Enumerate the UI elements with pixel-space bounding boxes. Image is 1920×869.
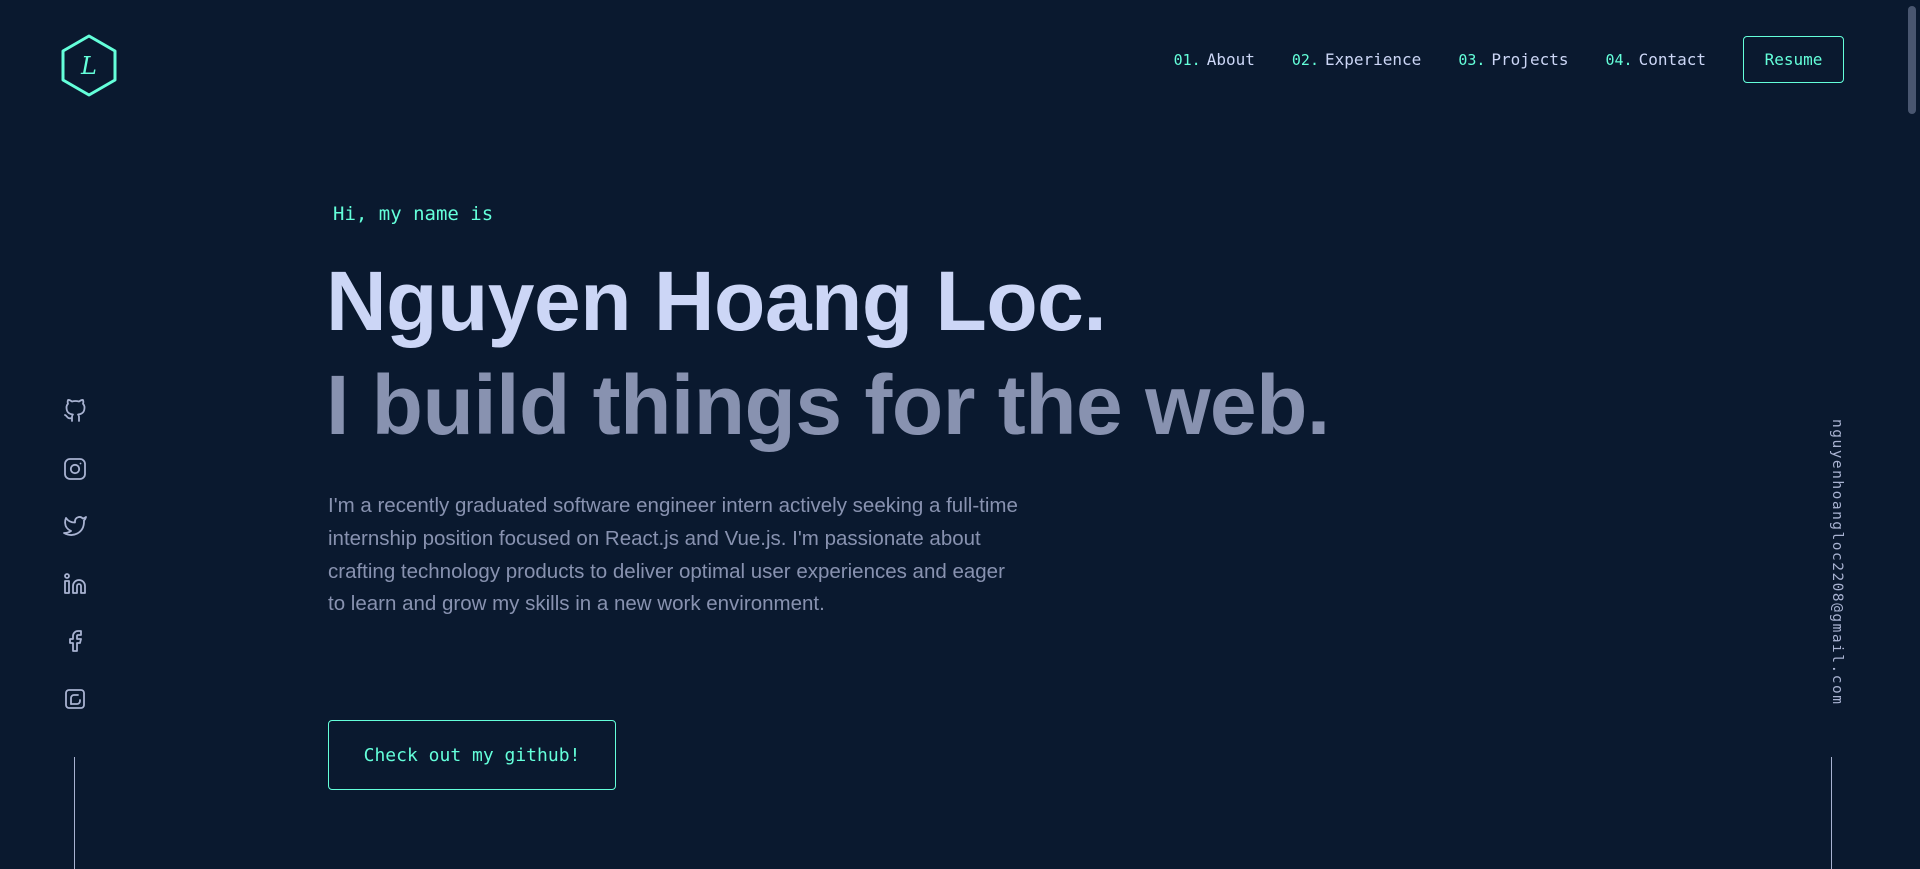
- nav-label: Experience: [1324, 50, 1422, 69]
- nav-label: About: [1206, 50, 1255, 69]
- nav-number: 02.: [1291, 51, 1319, 69]
- hero-intro: I'm a recently graduated software engine…: [328, 494, 1018, 616]
- nav-number: 04.: [1605, 51, 1633, 69]
- scrollbar-track[interactable]: [1904, 0, 1920, 869]
- twitter-icon[interactable]: [60, 511, 90, 541]
- nav-number: 01.: [1173, 51, 1201, 69]
- nav-experience[interactable]: 02. Experience: [1292, 50, 1421, 69]
- left-divider-line: [74, 757, 75, 869]
- right-divider-line: [1831, 757, 1832, 869]
- codepen-icon[interactable]: [60, 684, 90, 714]
- nav-label: Projects: [1491, 50, 1569, 69]
- nav-contact[interactable]: 04. Contact: [1605, 50, 1706, 69]
- social-links: [60, 396, 90, 741]
- main-nav: 01. About 02. Experience 03. Projects 04…: [1174, 36, 1844, 83]
- linkedin-icon[interactable]: [60, 569, 90, 599]
- logo-letter: L: [81, 51, 97, 80]
- logo[interactable]: L: [60, 34, 118, 97]
- github-icon[interactable]: [60, 396, 90, 426]
- nav-label: Contact: [1638, 50, 1706, 69]
- nav-about[interactable]: 01. About: [1174, 50, 1255, 69]
- hero-name: Nguyen Hoang Loc.: [326, 254, 1107, 348]
- facebook-icon[interactable]: [60, 626, 90, 656]
- hero-greeting: Hi, my name is: [333, 203, 494, 225]
- email-link[interactable]: nguyenhoangloc2208@gmail.com: [1829, 419, 1845, 705]
- nav-number: 03.: [1458, 51, 1486, 69]
- scrollbar-thumb[interactable]: [1908, 6, 1916, 114]
- instagram-icon[interactable]: [60, 454, 90, 484]
- resume-button[interactable]: Resume: [1743, 36, 1844, 83]
- github-cta-button[interactable]: Check out my github!: [328, 720, 616, 790]
- nav-projects[interactable]: 03. Projects: [1458, 50, 1568, 69]
- hero-tagline: I build things for the web.: [326, 358, 1330, 452]
